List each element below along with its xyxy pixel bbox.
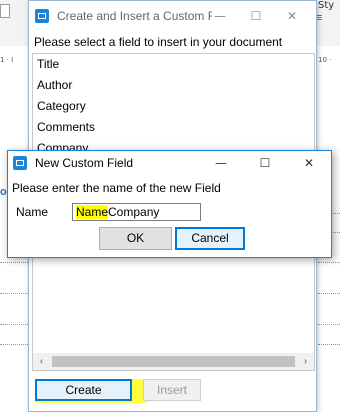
dialog-titlebar[interactable]: Create and Insert a Custom Fi... — ☐ ✕ — [29, 1, 316, 31]
insert-button[interactable]: Insert — [143, 379, 201, 401]
dialog-titlebar[interactable]: New Custom Field — ☐ ✕ — [8, 151, 331, 175]
list-item[interactable]: Author — [33, 75, 314, 96]
document-line — [0, 262, 28, 263]
app-icon — [13, 156, 27, 170]
name-value-highlighted: Name — [76, 205, 109, 219]
close-button[interactable]: ✕ — [274, 9, 310, 23]
document-line — [318, 262, 340, 263]
cancel-button[interactable]: Cancel — [175, 227, 245, 250]
name-value-rest: Company — [108, 205, 160, 219]
app-icon — [35, 9, 49, 23]
document-line — [318, 344, 340, 345]
window-controls: — ☐ ✕ — [199, 151, 331, 175]
list-item[interactable]: Title — [33, 54, 314, 75]
ruler-right: 10 · — [318, 56, 332, 64]
document-icon — [0, 4, 10, 18]
document-line — [0, 324, 28, 325]
maximize-button[interactable]: ☐ — [238, 9, 274, 23]
name-label: Name — [16, 205, 49, 219]
dialog-title: Create and Insert a Custom Fi... — [57, 9, 212, 23]
ruler-left: 1 · I — [0, 56, 14, 64]
name-field[interactable]: NameCompany — [72, 203, 201, 221]
scroll-thumb[interactable] — [52, 356, 295, 367]
scroll-right-icon[interactable]: › — [297, 353, 314, 370]
dialog-title: New Custom Field — [35, 156, 134, 170]
list-item[interactable]: Comments — [33, 117, 314, 138]
styles-label: Sty — [318, 0, 335, 11]
document-line — [318, 324, 340, 325]
document-text-mark: o — [0, 186, 7, 198]
horizontal-scrollbar[interactable]: ‹ › — [33, 353, 314, 370]
list-item[interactable]: Category — [33, 96, 314, 117]
window-controls: — ☐ ✕ — [202, 1, 310, 31]
minimize-button[interactable]: — — [199, 156, 243, 170]
document-line — [0, 293, 28, 294]
menu-lines-icon: ≡ — [316, 12, 323, 24]
ok-button[interactable]: OK — [99, 227, 172, 250]
create-button[interactable]: Create — [35, 379, 132, 401]
new-custom-field-dialog: New Custom Field — ☐ ✕ Please enter the … — [7, 150, 332, 258]
maximize-button[interactable]: ☐ — [243, 156, 287, 170]
document-line — [318, 293, 340, 294]
close-button[interactable]: ✕ — [287, 156, 331, 170]
new-field-prompt: Please enter the name of the new Field — [12, 181, 221, 195]
select-field-prompt: Please select a field to insert in your … — [34, 35, 283, 49]
minimize-button[interactable]: — — [202, 9, 238, 23]
document-line — [0, 344, 28, 345]
scroll-left-icon[interactable]: ‹ — [33, 353, 50, 370]
